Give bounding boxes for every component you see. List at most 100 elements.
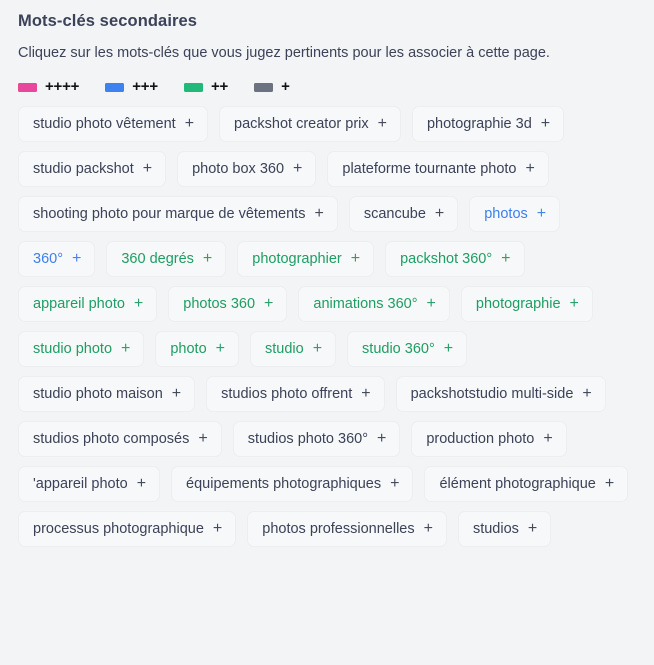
keyword-tag-label: équipements photographiques	[186, 476, 382, 492]
legend-item: ++++	[18, 78, 80, 95]
plus-icon[interactable]: +	[377, 431, 386, 447]
legend-item: ++	[183, 78, 229, 95]
keyword-tag-label: studios photo 360°	[247, 431, 368, 447]
keyword-tag[interactable]: studios +	[457, 511, 552, 547]
plus-icon[interactable]: +	[570, 296, 579, 312]
keyword-tag[interactable]: photos professionnelles +	[247, 511, 447, 547]
keyword-tag[interactable]: packshot creator prix +	[219, 106, 401, 142]
keyword-tag[interactable]: studio photo maison +	[18, 376, 196, 412]
keyword-tag-label: photographie 3d	[426, 116, 532, 132]
legend-item-label: ++++	[45, 78, 80, 95]
keyword-tag[interactable]: photo box 360 +	[177, 151, 317, 187]
plus-icon[interactable]: +	[427, 296, 436, 312]
plus-icon[interactable]: +	[313, 341, 322, 357]
keyword-tag-label: photographie	[475, 296, 561, 312]
plus-icon[interactable]: +	[216, 341, 225, 357]
keyword-tag[interactable]: photos 360 +	[168, 286, 288, 322]
keyword-tag[interactable]: studios photo 360° +	[232, 421, 401, 457]
legend-color-swatch	[183, 82, 203, 92]
keyword-tag-label: photos professionnelles	[262, 521, 415, 537]
keyword-tag-label: plateforme tournante photo	[342, 161, 517, 177]
plus-icon[interactable]: +	[543, 431, 552, 447]
plus-icon[interactable]: +	[605, 476, 614, 492]
keyword-tag-label: studio photo vêtement	[33, 116, 176, 132]
keyword-tag-cloud: studio photo vêtement + packshot creator p…	[18, 96, 636, 547]
keyword-tag[interactable]: photos +	[469, 196, 561, 232]
plus-icon[interactable]: +	[203, 251, 212, 267]
keyword-tag-label: processus photographique	[33, 521, 204, 537]
keyword-tag-label: studio	[265, 341, 304, 357]
keyword-tag-label: studio packshot	[33, 161, 134, 177]
plus-icon[interactable]: +	[424, 521, 433, 537]
plus-icon[interactable]: +	[198, 431, 207, 447]
keyword-tag[interactable]: 360 degrés +	[106, 241, 227, 277]
keyword-tag-label: photo	[170, 341, 207, 357]
keyword-tag[interactable]: 360° +	[18, 241, 96, 277]
keyword-tag-label: studio photo maison	[33, 386, 163, 402]
page-title: Mots-clés secondaires	[18, 12, 198, 30]
keyword-tag[interactable]: photographie +	[460, 286, 593, 322]
keyword-tag[interactable]: studio photo +	[18, 331, 145, 367]
keyword-tag-label: production photo	[426, 431, 535, 447]
keyword-tag[interactable]: studios photo composés +	[18, 421, 222, 457]
plus-icon[interactable]: +	[134, 296, 143, 312]
plus-icon[interactable]: +	[361, 386, 370, 402]
plus-icon[interactable]: +	[137, 476, 146, 492]
keyword-tag-label: shooting photo pour marque de vêtements	[33, 206, 306, 222]
keyword-tag[interactable]: équipements photographiques +	[171, 466, 414, 502]
plus-icon[interactable]: +	[185, 116, 194, 132]
keyword-tag[interactable]: scancube +	[348, 196, 459, 232]
plus-icon[interactable]: +	[143, 161, 152, 177]
plus-icon[interactable]: +	[541, 116, 550, 132]
plus-icon[interactable]: +	[582, 386, 591, 402]
keyword-tag[interactable]: 'appareil photo +	[18, 466, 161, 502]
keyword-tag[interactable]: photographie 3d +	[411, 106, 565, 142]
keyword-tag[interactable]: élément photographique +	[424, 466, 629, 502]
keyword-tag[interactable]: production photo +	[411, 421, 567, 457]
keyword-tag-label: studios photo composés	[33, 431, 190, 447]
keyword-tag[interactable]: plateforme tournante photo +	[327, 151, 549, 187]
plus-icon[interactable]: +	[314, 206, 323, 222]
keyword-tag[interactable]: photo +	[155, 331, 239, 367]
plus-icon[interactable]: +	[351, 251, 360, 267]
keyword-tag-label: scancube	[363, 206, 426, 222]
keyword-tag-label: packshotstudio multi-side	[410, 386, 574, 402]
plus-icon[interactable]: +	[501, 251, 510, 267]
plus-icon[interactable]: +	[293, 161, 302, 177]
plus-icon[interactable]: +	[390, 476, 399, 492]
plus-icon[interactable]: +	[72, 251, 81, 267]
legend-item-label: ++	[210, 78, 229, 95]
keyword-tag[interactable]: studio 360° +	[347, 331, 468, 367]
keyword-tag-label: photographier	[252, 251, 342, 267]
plus-icon[interactable]: +	[172, 386, 181, 402]
keyword-tag-label: packshot 360°	[400, 251, 493, 267]
keyword-tag-label: studios	[472, 521, 519, 537]
keyword-tag[interactable]: appareil photo +	[18, 286, 158, 322]
keyword-tag-label: 360°	[33, 251, 63, 267]
keyword-tag[interactable]: packshot 360° +	[385, 241, 525, 277]
keyword-tag-label: packshot creator prix	[234, 116, 369, 132]
keyword-tag[interactable]: shooting photo pour marque de vêtements +	[18, 196, 338, 232]
legend-color-swatch	[18, 82, 37, 92]
keyword-tag[interactable]: studio photo vêtement +	[18, 106, 209, 142]
keyword-tag-label: 360 degrés	[121, 251, 194, 267]
keyword-tag-label: photo box 360	[192, 161, 285, 177]
plus-icon[interactable]: +	[213, 521, 222, 537]
keyword-tag[interactable]: studio packshot +	[18, 151, 167, 187]
keyword-tag-label: studios photo offrent	[221, 386, 353, 402]
plus-icon[interactable]: +	[435, 206, 444, 222]
keyword-tag[interactable]: studios photo offrent +	[206, 376, 385, 412]
plus-icon[interactable]: +	[528, 521, 537, 537]
plus-icon[interactable]: +	[537, 206, 546, 222]
keyword-tag[interactable]: photographier +	[237, 241, 375, 277]
plus-icon[interactable]: +	[264, 296, 273, 312]
plus-icon[interactable]: +	[378, 116, 387, 132]
keyword-tag[interactable]: animations 360° +	[298, 286, 450, 322]
plus-icon[interactable]: +	[121, 341, 130, 357]
plus-icon[interactable]: +	[526, 161, 535, 177]
legend-item: +++	[105, 79, 158, 94]
plus-icon[interactable]: +	[444, 341, 453, 357]
keyword-tag[interactable]: processus photographique +	[18, 511, 237, 547]
keyword-tag[interactable]: packshotstudio multi-side +	[395, 376, 606, 412]
keyword-tag[interactable]: studio +	[250, 331, 337, 367]
